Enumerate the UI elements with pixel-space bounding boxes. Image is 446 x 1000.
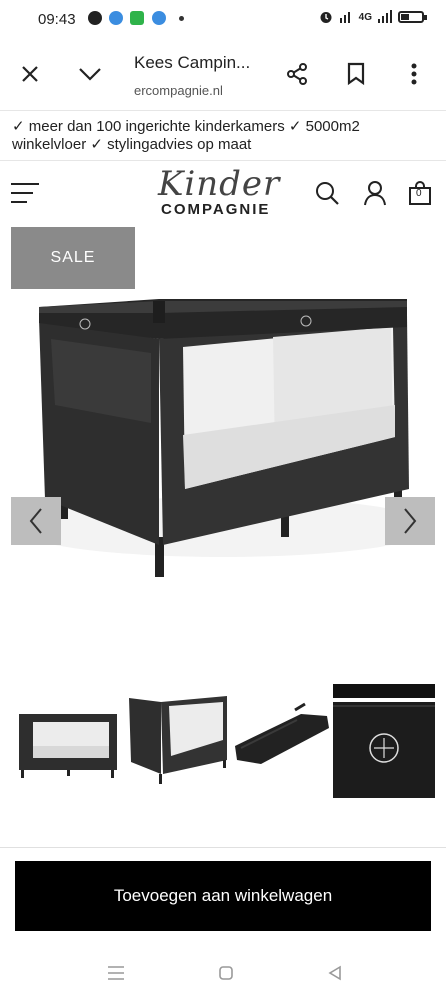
previous-image-button[interactable] (11, 497, 61, 545)
share-icon (287, 63, 307, 85)
more-vert-icon (411, 63, 417, 85)
cart-count: 0 (416, 188, 422, 199)
back-button[interactable] (324, 962, 346, 984)
whatsapp-icon (88, 11, 102, 25)
thumbnail-image (333, 684, 435, 798)
back-triangle-icon (328, 965, 341, 981)
hamburger-icon (11, 201, 27, 203)
status-bar: 09:43 4G (0, 0, 446, 38)
recent-apps-button[interactable] (105, 962, 127, 984)
thumbnail-2[interactable] (125, 676, 231, 798)
page-url[interactable]: ercompagnie.nl (134, 83, 274, 98)
network-type: 4G (358, 11, 372, 23)
travel-cot-image (13, 299, 433, 577)
signal-strength-icon (378, 10, 392, 23)
app-icon (152, 11, 166, 25)
thumbnail-image (19, 714, 117, 778)
minimize-button[interactable] (76, 60, 104, 88)
menu-lines-icon (108, 966, 124, 980)
thumbnail-image (129, 696, 227, 784)
alarm-icon (320, 12, 332, 23)
more-options-button[interactable] (400, 60, 428, 88)
sale-badge: SALE (11, 227, 135, 289)
account-button[interactable] (361, 179, 389, 207)
add-to-cart-button[interactable]: Toevoegen aan winkelwagen (15, 861, 431, 931)
bookmark-button[interactable] (342, 60, 370, 88)
signal-icon (339, 12, 350, 23)
thumbnail-image (235, 702, 329, 764)
close-tab-button[interactable] (16, 60, 44, 88)
thumbnail-1[interactable] (11, 676, 121, 798)
home-square-icon (219, 966, 233, 980)
app-icon (130, 11, 144, 25)
status-time: 09:43 (38, 11, 76, 28)
divider (0, 160, 446, 161)
next-image-button[interactable] (385, 497, 435, 545)
share-button[interactable] (283, 60, 311, 88)
thumbnail-4[interactable] (333, 676, 435, 798)
hamburger-icon (11, 192, 33, 194)
hamburger-icon (11, 183, 39, 185)
product-image[interactable] (11, 227, 435, 653)
search-button[interactable] (313, 179, 341, 207)
chevron-left-icon (29, 508, 42, 534)
usp-banner: ✓ meer dan 100 ingerichte kinderkamers ✓… (12, 118, 360, 153)
chevron-right-icon (404, 508, 417, 534)
logo-script[interactable]: Kinder (158, 164, 280, 204)
app-icon (109, 11, 123, 25)
browser-toolbar: Kees Campin... ercompagnie.nl (0, 38, 446, 111)
thumbnail-strip (11, 676, 435, 798)
cart-button[interactable]: 0 (406, 179, 434, 207)
thumbnail-3[interactable] (231, 676, 337, 798)
notification-dot-icon (179, 16, 184, 21)
menu-button[interactable] (11, 183, 39, 205)
logo-text[interactable]: COMPAGNIE (161, 201, 270, 218)
close-icon (22, 66, 38, 82)
bookmark-icon (347, 62, 365, 86)
user-icon (364, 181, 386, 206)
battery-icon (398, 11, 427, 23)
status-right: 4G (319, 10, 427, 24)
page-title: Kees Campin... (134, 53, 251, 72)
home-button[interactable] (215, 962, 237, 984)
search-icon (316, 182, 339, 205)
chevron-down-icon (79, 68, 101, 81)
